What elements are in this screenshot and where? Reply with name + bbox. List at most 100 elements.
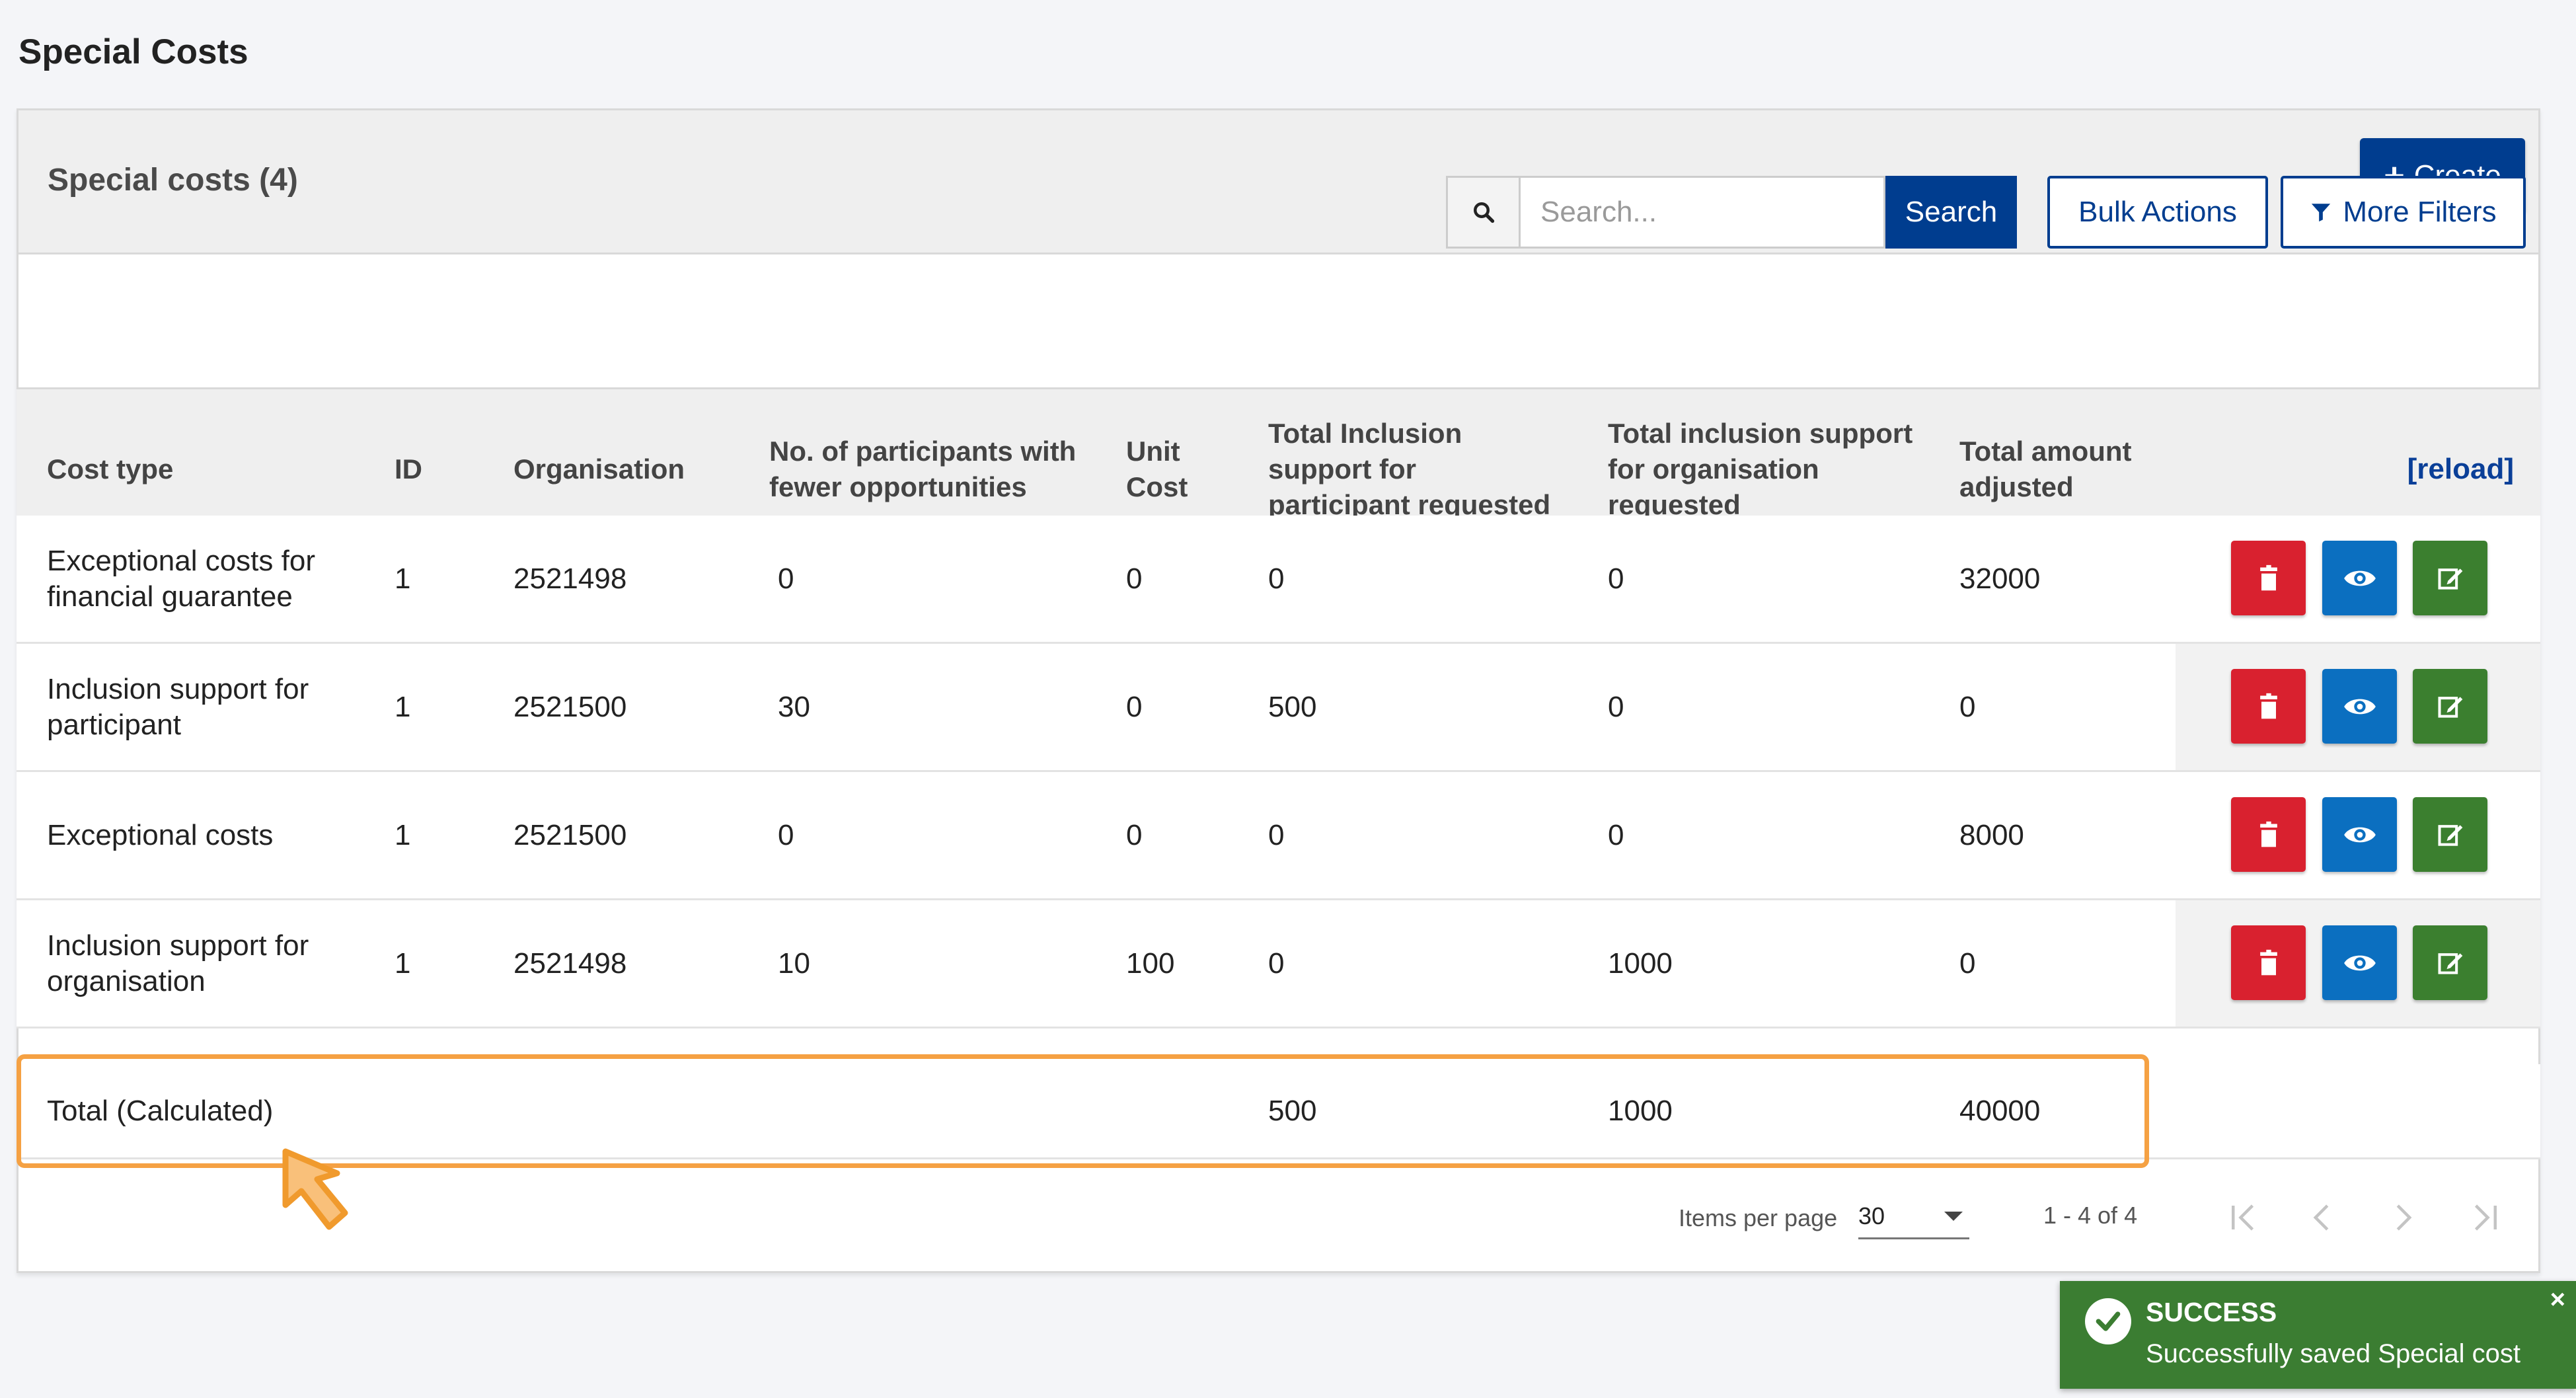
search-icon [1446, 176, 1519, 249]
chevron-down-icon [1944, 1212, 1963, 1221]
table-row: Exceptional costs for financial guarantee… [17, 516, 2540, 644]
cell-unit-cost: 0 [1126, 562, 1143, 595]
cell-organisation: 2521500 [513, 818, 627, 851]
cost-type-line1: Inclusion support for [47, 672, 309, 705]
header-incl-part-line2: support for [1268, 453, 1416, 485]
trash-icon [2259, 564, 2277, 590]
cell-adjusted: 8000 [1959, 818, 2024, 851]
cell-incl-part: 0 [1268, 947, 1285, 980]
cell-participants: 30 [778, 690, 810, 723]
trash-icon [2259, 821, 2277, 847]
header-organisation[interactable]: Organisation [513, 451, 685, 487]
cell-incl-org: 0 [1608, 818, 1624, 851]
header-inclusion-organisation[interactable]: Total inclusion support for organisation… [1608, 416, 1913, 523]
header-unit-cost[interactable]: Unit Cost [1126, 434, 1188, 505]
cell-unit-cost: 100 [1126, 947, 1175, 980]
header-unit-cost-line2: Cost [1126, 471, 1188, 502]
cost-type-line2: financial guarantee [47, 580, 293, 613]
cost-type-line1: Inclusion support for [47, 929, 309, 962]
reload-link[interactable]: [reload] [2407, 453, 2514, 486]
cell-incl-part: 500 [1268, 690, 1317, 723]
view-button[interactable] [2322, 797, 2397, 872]
view-button[interactable] [2322, 669, 2397, 744]
cell-participants: 10 [778, 947, 810, 980]
cell-participants: 0 [778, 562, 794, 595]
items-per-page-value: 30 [1858, 1202, 1885, 1229]
trash-icon [2259, 949, 2277, 975]
first-page-button[interactable] [2220, 1198, 2267, 1237]
chevron-left-icon [2313, 1204, 2329, 1231]
toast-title: SUCCESS [2146, 1297, 2277, 1327]
cell-id: 1 [395, 562, 411, 595]
filter-icon [2312, 204, 2331, 222]
panel-title: Special costs (4) [48, 163, 298, 198]
chevron-right-icon [2396, 1204, 2412, 1231]
items-per-page-select[interactable]: 30 [1858, 1193, 1969, 1239]
cost-type-line1: Exceptional costs for [47, 544, 315, 577]
page-title: Special Costs [19, 32, 248, 71]
toast-message: Successfully saved Special cost [2146, 1339, 2520, 1368]
cell-unit-cost: 0 [1126, 690, 1143, 723]
header-incl-org-line1: Total inclusion support [1608, 418, 1913, 449]
last-page-icon [2474, 1204, 2497, 1231]
cell-adjusted: 32000 [1959, 562, 2041, 595]
next-page-button[interactable] [2379, 1198, 2425, 1237]
eye-icon [2343, 827, 2376, 842]
bulk-actions-label: Bulk Actions [2078, 196, 2237, 228]
bulk-actions-button[interactable]: Bulk Actions [2047, 176, 2268, 249]
edit-button[interactable] [2413, 925, 2487, 1000]
search-button[interactable]: Search [1885, 176, 2017, 249]
header-inclusion-participant[interactable]: Total Inclusion support for participant … [1268, 416, 1550, 523]
table-row: Inclusion support for organisation 1 252149… [17, 900, 2540, 1029]
search-input[interactable] [1519, 176, 1885, 249]
edit-icon [2437, 568, 2462, 590]
table-row: Exceptional costs 1 2521500 0 0 0 0 8000 [17, 772, 2540, 900]
header-id[interactable]: ID [395, 451, 422, 487]
header-cost-type[interactable]: Cost type [47, 451, 173, 487]
cell-id: 1 [395, 818, 411, 851]
cell-incl-org: 0 [1608, 690, 1624, 723]
eye-icon [2343, 570, 2376, 586]
last-page-button[interactable] [2462, 1198, 2508, 1237]
delete-button[interactable] [2231, 541, 2306, 615]
table-row: Inclusion support for participant 1 2521500… [17, 644, 2540, 772]
pointer-arrow-icon [282, 1148, 348, 1230]
first-page-icon [2232, 1204, 2254, 1231]
view-button[interactable] [2322, 925, 2397, 1000]
delete-button[interactable] [2231, 797, 2306, 872]
close-icon[interactable]: × [2550, 1285, 2565, 1315]
more-filters-label: More Filters [2343, 196, 2497, 228]
cell-adjusted: 0 [1959, 947, 1976, 980]
cell-unit-cost: 0 [1126, 818, 1143, 851]
cell-incl-part: 0 [1268, 818, 1285, 851]
edit-button[interactable] [2413, 541, 2487, 615]
cell-organisation: 2521500 [513, 690, 627, 723]
delete-button[interactable] [2231, 925, 2306, 1000]
header-total-adjusted[interactable]: Total amount adjusted [1959, 434, 2132, 505]
edit-icon [2437, 824, 2462, 846]
delete-button[interactable] [2231, 669, 2306, 744]
header-adjusted-line1: Total amount [1959, 436, 2132, 467]
edit-button[interactable] [2413, 797, 2487, 872]
view-button[interactable] [2322, 541, 2397, 615]
cell-incl-org: 0 [1608, 562, 1624, 595]
cost-type-line1: Exceptional costs [47, 818, 274, 851]
edit-icon [2437, 952, 2462, 974]
cell-cost-type: Inclusion support for organisation [47, 928, 309, 999]
success-toast: SUCCESS Successfully saved Special cost … [2060, 1281, 2576, 1389]
cell-participants: 0 [778, 818, 794, 851]
edit-button[interactable] [2413, 669, 2487, 744]
header-unit-cost-line1: Unit [1126, 436, 1180, 467]
cell-incl-part: 0 [1268, 562, 1285, 595]
previous-page-button[interactable] [2300, 1198, 2346, 1237]
header-adjusted-line2: adjusted [1959, 471, 2074, 502]
more-filters-button[interactable]: More Filters [2281, 176, 2526, 249]
header-participants[interactable]: No. of participants with fewer opportuni… [769, 434, 1076, 505]
cell-organisation: 2521498 [513, 947, 627, 980]
cell-organisation: 2521498 [513, 562, 627, 595]
header-participants-line1: No. of participants with [769, 436, 1077, 467]
trash-icon [2259, 693, 2277, 718]
header-incl-org-line2: for organisation [1608, 453, 1819, 485]
check-circle-icon [2085, 1298, 2131, 1344]
cell-adjusted: 0 [1959, 690, 1976, 723]
